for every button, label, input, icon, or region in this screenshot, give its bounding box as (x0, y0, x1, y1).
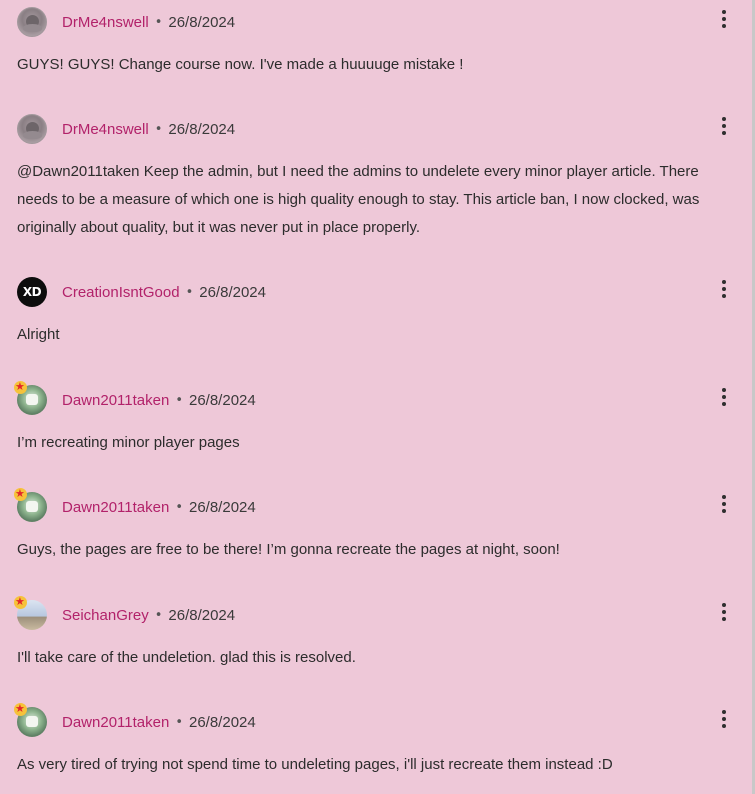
username-link[interactable]: DrMe4nswell (62, 14, 149, 31)
more-options-icon[interactable] (717, 708, 731, 730)
comment-date: 26/8/2024 (168, 13, 236, 31)
avatar[interactable]: ★ (14, 380, 47, 415)
comment-header: ★ Dawn2011taken • 26/8/2024 (14, 485, 726, 529)
comment-header: ★ Dawn2011taken • 26/8/2024 (14, 378, 726, 422)
avatar[interactable]: ★ (14, 702, 47, 737)
comment-date: 26/8/2024 (188, 713, 256, 731)
separator-dot: • (175, 714, 183, 730)
comment-date: 26/8/2024 (168, 606, 236, 624)
avatar[interactable]: ★ (14, 595, 47, 630)
comment-header: ★ Dawn2011taken • 26/8/2024 (14, 700, 726, 744)
avatar[interactable]: XD (17, 277, 47, 307)
star-badge-icon: ★ (14, 702, 27, 716)
comment: DrMe4nswell • 26/8/2024 GUYS! GUYS! Chan… (0, 0, 752, 107)
comment: XD CreationIsntGood • 26/8/2024 Alright (0, 270, 752, 378)
more-options-icon[interactable] (717, 493, 731, 515)
comment-date: 26/8/2024 (188, 391, 256, 409)
comment: DrMe4nswell • 26/8/2024 @Dawn2011taken K… (0, 107, 752, 270)
separator-dot: • (154, 14, 163, 30)
comment-header: XD CreationIsntGood • 26/8/2024 (17, 270, 726, 314)
avatar[interactable] (17, 114, 47, 144)
separator-dot: • (175, 392, 183, 408)
more-options-icon[interactable] (717, 386, 731, 408)
comment-date: 26/8/2024 (168, 120, 236, 138)
comment-date: 26/8/2024 (199, 283, 266, 301)
more-options-icon[interactable] (717, 115, 731, 137)
comment-text: GUYS! GUYS! Change course now. I've made… (17, 56, 464, 73)
comment: ★ Dawn2011taken • 26/8/2024 I’m recreati… (0, 378, 752, 485)
star-badge-icon: ★ (14, 487, 27, 501)
separator-dot: • (175, 499, 183, 515)
username-link[interactable]: Dawn2011taken (62, 392, 169, 409)
comment-header: DrMe4nswell • 26/8/2024 (17, 107, 726, 151)
username-link[interactable]: Dawn2011taken (62, 714, 169, 731)
comment-list: DrMe4nswell • 26/8/2024 GUYS! GUYS! Chan… (0, 0, 752, 794)
username-link[interactable]: DrMe4nswell (62, 121, 149, 138)
separator-dot: • (185, 284, 194, 300)
username-link[interactable]: SeichanGrey (62, 607, 149, 624)
more-options-icon[interactable] (717, 278, 731, 300)
username-link[interactable]: Dawn2011taken (62, 499, 169, 516)
comment: ★ Dawn2011taken • 26/8/2024 Guys, the pa… (0, 485, 752, 593)
comment-text: I'll take care of the undeletion. glad t… (17, 649, 356, 666)
comment-text: I’m recreating minor player pages (17, 434, 240, 451)
username-link[interactable]: CreationIsntGood (62, 284, 180, 301)
star-badge-icon: ★ (14, 380, 27, 394)
avatar[interactable]: ★ (14, 487, 47, 522)
comment-text: As very tired of trying not spend time t… (17, 756, 613, 773)
more-options-icon[interactable] (717, 8, 731, 30)
comment-date: 26/8/2024 (188, 498, 256, 516)
comment-header: ★ SeichanGrey • 26/8/2024 (14, 593, 726, 637)
comment-text: Alright (17, 326, 60, 343)
separator-dot: • (154, 607, 163, 623)
separator-dot: • (154, 121, 163, 137)
avatar[interactable] (17, 7, 47, 37)
more-options-icon[interactable] (717, 601, 731, 623)
comment-text: Guys, the pages are free to be there! I’… (17, 541, 560, 558)
comment-text: @Dawn2011taken Keep the admin, but I nee… (17, 163, 700, 236)
comment: ★ Dawn2011taken • 26/8/2024 As very tire… (0, 700, 752, 794)
star-badge-icon: ★ (14, 595, 27, 609)
comment: ★ SeichanGrey • 26/8/2024 I'll take care… (0, 593, 752, 700)
comment-header: DrMe4nswell • 26/8/2024 (17, 0, 726, 44)
